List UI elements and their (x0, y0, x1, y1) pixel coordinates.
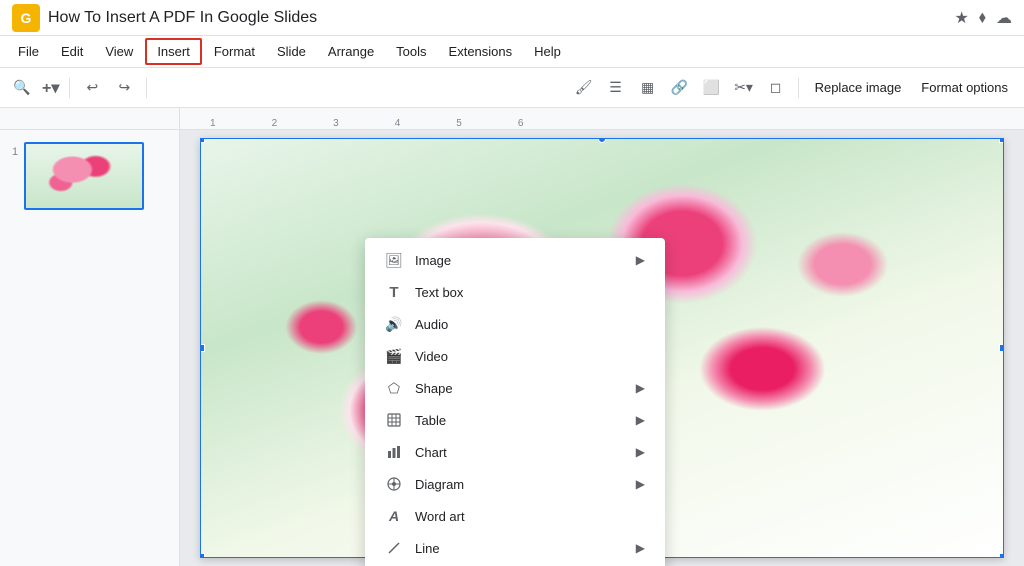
document-title: How To Insert A PDF In Google Slides (48, 9, 946, 27)
handle-top-right[interactable] (999, 138, 1004, 143)
menu-bar: File Edit View Insert Format Slide Arran… (0, 36, 1024, 68)
menu-item-textbox[interactable]: T Text box (365, 276, 665, 308)
diagram-icon (385, 475, 403, 493)
audio-label: Audio (415, 317, 645, 332)
textbox-label: Text box (415, 285, 645, 300)
menu-item-table[interactable]: Table ▶ (365, 404, 665, 436)
handle-top-left[interactable] (200, 138, 205, 143)
ruler: 1 2 3 4 5 6 (180, 108, 1024, 129)
shape-icon: ⬠ (385, 379, 403, 397)
image-button[interactable]: ⬜ (698, 74, 726, 102)
menu-format[interactable]: Format (204, 40, 265, 63)
menu-item-word-art[interactable]: A Word art (365, 500, 665, 532)
main-area: 1 🖼 Image ▶ (0, 130, 1024, 566)
menu-slide[interactable]: Slide (267, 40, 316, 63)
link-button[interactable]: 🔗 (666, 74, 694, 102)
slide-item-1[interactable]: 1 (8, 138, 171, 214)
image-label: Image (415, 253, 624, 268)
line-icon (385, 539, 403, 557)
title-action-icons: ★ ⬧ ☁ (954, 8, 1012, 28)
slide-thumbnail[interactable] (24, 142, 144, 210)
align-button[interactable]: ☰ (602, 74, 630, 102)
textbox-icon: T (385, 283, 403, 301)
handle-bottom-left[interactable] (200, 553, 205, 558)
shape-arrow: ▶ (636, 381, 645, 395)
video-label: Video (415, 349, 645, 364)
menu-item-chart[interactable]: Chart ▶ (365, 436, 665, 468)
toolbar-separator-1 (69, 78, 70, 98)
menu-arrange[interactable]: Arrange (318, 40, 384, 63)
slide-preview-image (26, 144, 142, 208)
grid-button[interactable]: ▦ (634, 74, 662, 102)
table-label: Table (415, 413, 624, 428)
insert-dropdown-menu: 🖼 Image ▶ T Text box 🔊 Audio 🎬 Video ⬠ (365, 238, 665, 566)
slide-editor[interactable]: 🖼 Image ▶ T Text box 🔊 Audio 🎬 Video ⬠ (180, 130, 1024, 566)
slides-panel: 1 (0, 130, 180, 566)
paint-format-button[interactable]: 🖌 (570, 74, 598, 102)
menu-item-shape[interactable]: ⬠ Shape ▶ (365, 372, 665, 404)
menu-insert[interactable]: Insert (145, 38, 202, 65)
menu-item-line[interactable]: Line ▶ (365, 532, 665, 564)
menu-help[interactable]: Help (524, 40, 571, 63)
toolbar: 🔍 +▾ ↩ ↪ 🖌 ☰ ▦ 🔗 ⬜ ✂▾ ◻ Replace image Fo… (0, 68, 1024, 108)
handle-bottom-right[interactable] (999, 553, 1004, 558)
table-icon (385, 411, 403, 429)
toolbar-separator-2 (146, 78, 147, 98)
replace-image-button[interactable]: Replace image (807, 76, 910, 99)
mask-button[interactable]: ◻ (762, 74, 790, 102)
diagram-arrow: ▶ (636, 477, 645, 491)
folder-icon[interactable]: ⬧ (979, 9, 986, 27)
menu-item-audio[interactable]: 🔊 Audio (365, 308, 665, 340)
handle-mid-left[interactable] (200, 344, 205, 352)
star-icon[interactable]: ★ (954, 8, 968, 28)
table-arrow: ▶ (636, 413, 645, 427)
menu-file[interactable]: File (8, 40, 49, 63)
line-arrow: ▶ (636, 541, 645, 555)
redo-button[interactable]: ↪ (110, 74, 138, 102)
crop-button[interactable]: ✂▾ (730, 74, 758, 102)
ruler-sidebar-spacer (0, 108, 180, 129)
slide-number: 1 (12, 146, 18, 158)
word-art-icon: A (385, 507, 403, 525)
format-options-button[interactable]: Format options (913, 76, 1016, 99)
diagram-label: Diagram (415, 477, 624, 492)
chart-icon (385, 443, 403, 461)
image-icon: 🖼 (385, 251, 403, 269)
cloud-icon[interactable]: ☁ (996, 8, 1012, 28)
zoom-in-button[interactable]: +▾ (40, 74, 61, 102)
handle-mid-right[interactable] (999, 344, 1004, 352)
shape-label: Shape (415, 381, 624, 396)
word-art-label: Word art (415, 509, 645, 524)
menu-extensions[interactable]: Extensions (439, 40, 523, 63)
search-button[interactable]: 🔍 (8, 74, 36, 102)
title-bar: G How To Insert A PDF In Google Slides ★… (0, 0, 1024, 36)
app-icon: G (12, 4, 40, 32)
menu-item-video[interactable]: 🎬 Video (365, 340, 665, 372)
menu-edit[interactable]: Edit (51, 40, 93, 63)
audio-icon: 🔊 (385, 315, 403, 333)
image-arrow: ▶ (636, 253, 645, 267)
line-label: Line (415, 541, 624, 556)
video-icon: 🎬 (385, 347, 403, 365)
menu-item-diagram[interactable]: Diagram ▶ (365, 468, 665, 500)
menu-view[interactable]: View (95, 40, 143, 63)
undo-button[interactable]: ↩ (78, 74, 106, 102)
menu-tools[interactable]: Tools (386, 40, 436, 63)
toolbar-separator-3 (798, 78, 799, 98)
chart-arrow: ▶ (636, 445, 645, 459)
chart-label: Chart (415, 445, 624, 460)
menu-item-image[interactable]: 🖼 Image ▶ (365, 244, 665, 276)
